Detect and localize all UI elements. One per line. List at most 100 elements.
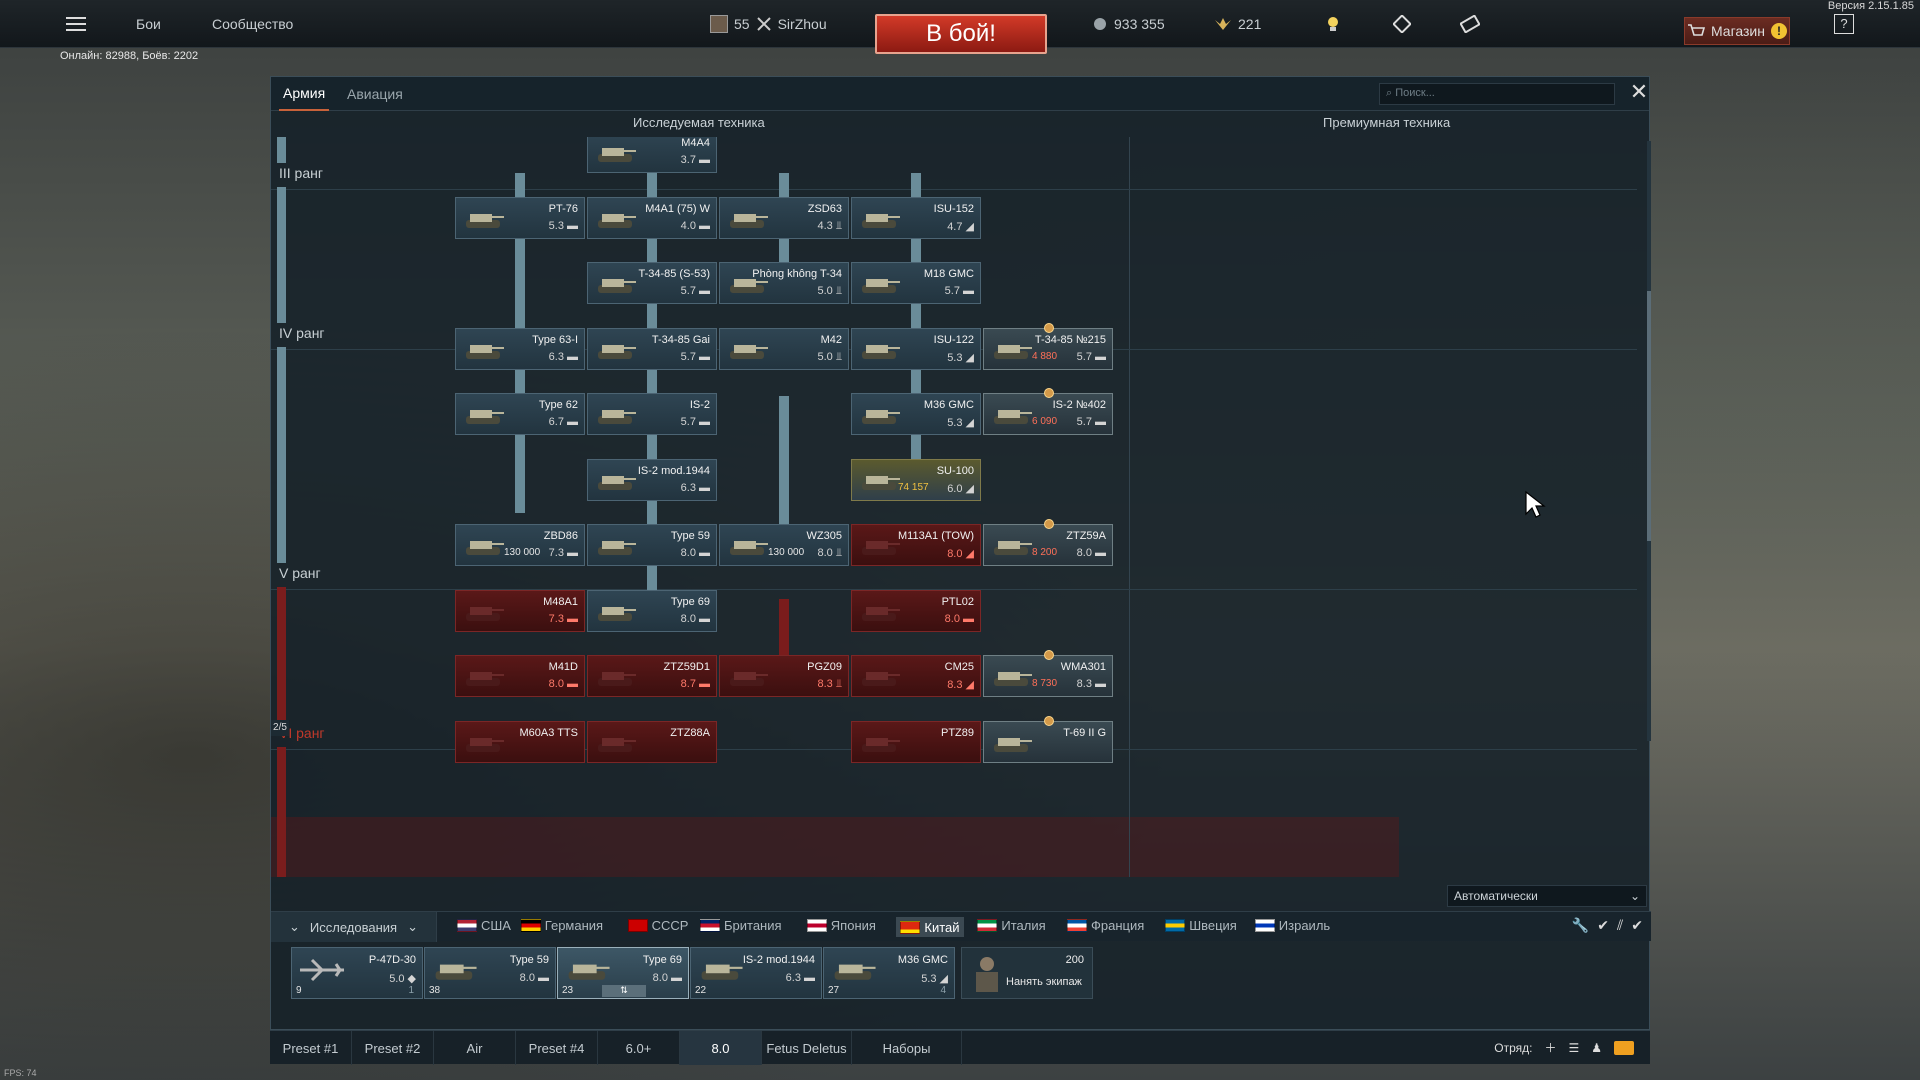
menu-button[interactable] bbox=[66, 0, 86, 48]
nation-tab[interactable]: СССР bbox=[627, 918, 688, 933]
nation-tab[interactable]: Франция bbox=[1067, 918, 1144, 933]
coupon-button[interactable] bbox=[1460, 0, 1480, 48]
nation-tab[interactable]: США bbox=[457, 918, 511, 933]
tab-aviation[interactable]: Авиация bbox=[343, 77, 407, 111]
research-toggle-button[interactable]: ⌄ Исследования ⌄ bbox=[271, 912, 437, 942]
vehicle-card[interactable]: Phòng không T-34 5.0 ⫫ bbox=[719, 262, 849, 304]
vehicle-name: ZTZ59A bbox=[1066, 530, 1106, 542]
preset-tab[interactable]: Наборы bbox=[852, 1031, 962, 1065]
multi-check-icon[interactable]: ⫽ bbox=[1617, 917, 1623, 934]
vehicle-card[interactable]: Type 69 8.0 ▬ bbox=[587, 589, 717, 632]
hire-label: Нанять экипаж bbox=[1006, 976, 1082, 988]
achievements-button[interactable] bbox=[1393, 0, 1411, 48]
nation-tab[interactable]: Британия bbox=[700, 918, 782, 933]
vehicle-card[interactable]: M41D 8.0 ▬ bbox=[455, 655, 585, 697]
vehicle-card[interactable]: M113A1 (TOW) 8.0 ◢ bbox=[851, 524, 981, 566]
scrollbar-thumb[interactable] bbox=[1647, 291, 1651, 541]
battle-rating: 5.7 ▬ bbox=[1076, 416, 1106, 428]
nation-tab[interactable]: Япония bbox=[806, 918, 876, 933]
vehicle-card[interactable]: T-34-85 (S-53) 5.7 ▬ bbox=[587, 262, 717, 304]
nation-tab[interactable]: Швеция bbox=[1165, 918, 1237, 933]
vehicle-card[interactable]: PTZ89 bbox=[851, 720, 981, 763]
vehicle-card[interactable]: M60A3 TTS bbox=[455, 720, 585, 763]
vehicle-card[interactable]: M36 GMC 5.3 ◢ bbox=[851, 393, 981, 435]
player-info[interactable]: 55 SirZhou bbox=[710, 0, 827, 48]
vehicle-card[interactable]: M42 5.0 ⫫ bbox=[719, 327, 849, 370]
scrollbar[interactable] bbox=[1647, 141, 1651, 741]
vehicle-card[interactable]: M4A4 3.7 ▬ bbox=[587, 137, 717, 173]
premium-vehicle-card[interactable]: IS-2 №402 6 090 5.7 ▬ bbox=[983, 388, 1113, 435]
check-icon[interactable]: ✔ bbox=[1631, 917, 1643, 934]
vehicle-card[interactable]: ZTZ59D1 8.7 ▬ bbox=[587, 655, 717, 697]
wrench-icon[interactable]: 🔧 bbox=[1572, 917, 1589, 934]
mail-icon[interactable] bbox=[1614, 1040, 1634, 1055]
preset-tab[interactable]: Air bbox=[434, 1031, 516, 1065]
vehicle-card[interactable]: IS-2 5.7 ▬ bbox=[587, 393, 717, 435]
auto-select-dropdown[interactable]: Автоматически ⌄ bbox=[1447, 885, 1647, 907]
vehicle-card[interactable]: WZ305 8.0 ⫫ 130 000 bbox=[719, 524, 849, 566]
tank-icon bbox=[862, 541, 900, 555]
vehicle-card[interactable]: ISU-122 5.3 ◢ bbox=[851, 327, 981, 370]
vehicle-card[interactable]: ZTZ88A bbox=[587, 720, 717, 763]
hire-crew-slot[interactable]: 200 Нанять экипаж bbox=[961, 947, 1093, 999]
preset-tab[interactable]: Preset #4 bbox=[516, 1031, 598, 1065]
lightbulb-button[interactable] bbox=[1326, 0, 1340, 48]
vehicle-card[interactable]: Type 62 6.7 ▬ bbox=[455, 393, 585, 435]
vehicle-name: Type 62 bbox=[538, 399, 578, 411]
check-icon[interactable]: ✔ bbox=[1597, 917, 1609, 934]
vehicle-card[interactable]: SU-100 6.0 ◢ 74 157 bbox=[851, 458, 981, 501]
preset-tab[interactable]: 8.0 bbox=[680, 1031, 762, 1065]
nation-tab[interactable]: Италия bbox=[977, 918, 1046, 933]
preset-tab[interactable]: 6.0+ bbox=[598, 1031, 680, 1065]
list-icon[interactable]: ☰ bbox=[1568, 1041, 1579, 1055]
close-button[interactable]: ✕ bbox=[1627, 81, 1651, 105]
vehicle-card[interactable]: ZBD86 7.3 ▬ 130 000 bbox=[455, 524, 585, 566]
crew-slot[interactable]: M36 GMC 5.3 ◢ 27 4 bbox=[823, 947, 955, 999]
vehicle-card[interactable]: Type 63-I 6.3 ▬ bbox=[455, 327, 585, 370]
crew-slot[interactable]: Type 59 8.0 ▬ 38 bbox=[424, 947, 556, 999]
nation-tab[interactable]: Китай bbox=[896, 917, 964, 937]
vehicle-name: Phòng không T-34 bbox=[752, 268, 842, 280]
crew-slot[interactable]: Type 69 8.0 ▬ 23 ⇅ bbox=[557, 947, 689, 999]
vehicle-card[interactable]: M4A1 (75) W 4.0 ▬ bbox=[587, 196, 717, 239]
chevron-down-icon: ⌄ bbox=[407, 919, 418, 934]
preset-tab[interactable]: Preset #1 bbox=[270, 1031, 352, 1065]
to-battle-button[interactable]: В бой! bbox=[875, 14, 1047, 54]
premium-vehicle-card[interactable]: WMA301 8 730 8.3 ▬ bbox=[983, 650, 1113, 697]
search-input[interactable]: ⌕ Поиск... bbox=[1379, 83, 1615, 105]
premium-vehicle-card[interactable]: T-34-85 №215 4 880 5.7 ▬ bbox=[983, 322, 1113, 370]
swap-icon[interactable]: ⇅ bbox=[602, 985, 646, 997]
crew-slot[interactable]: P-47D-30 5.0 ◆ 9 1 bbox=[291, 947, 423, 999]
battles-menu[interactable]: Бои bbox=[136, 0, 161, 48]
vehicle-card[interactable]: Type 59 8.0 ▬ bbox=[587, 524, 717, 566]
vehicle-card[interactable]: PTL02 8.0 ▬ bbox=[851, 589, 981, 632]
vehicle-card[interactable]: PT-76 5.3 ▬ bbox=[455, 196, 585, 239]
vehicle-card[interactable]: ISU-152 4.7 ◢ bbox=[851, 196, 981, 239]
vehicle-card[interactable]: ZSD63 4.3 ⫫ bbox=[719, 196, 849, 239]
friends-icon[interactable]: ♟ bbox=[1591, 1041, 1602, 1055]
preset-tab[interactable]: Preset #2 bbox=[352, 1031, 434, 1065]
vehicle-card[interactable]: M18 GMC 5.7 ▬ bbox=[851, 262, 981, 304]
premium-vehicle-card[interactable]: ZTZ59A 8 200 8.0 ▬ bbox=[983, 519, 1113, 566]
slot-count: 4 bbox=[940, 985, 946, 996]
vehicle-card[interactable]: CM25 8.3 ◢ bbox=[851, 655, 981, 697]
plus-icon[interactable]: ＋ bbox=[1544, 1039, 1556, 1056]
nation-tab[interactable]: Германия bbox=[520, 918, 603, 933]
vehicle-card[interactable]: PGZ09 8.3 ⫫ bbox=[719, 655, 849, 697]
nation-tab[interactable]: Израиль bbox=[1254, 918, 1330, 933]
vehicle-card[interactable]: IS-2 mod.1944 6.3 ▬ bbox=[587, 458, 717, 501]
preset-tab[interactable]: Fetus Deletus bbox=[762, 1031, 852, 1065]
ticket-icon bbox=[1460, 15, 1480, 33]
vehicle-card[interactable]: T-34-85 Gai 5.7 ▬ bbox=[587, 327, 717, 370]
community-menu[interactable]: Сообщество bbox=[212, 0, 293, 48]
battle-rating: 5.3 ◢ bbox=[947, 417, 974, 429]
silver-balance[interactable]: 933 355 bbox=[1092, 0, 1165, 48]
battle-rating: 5.7 ▬ bbox=[944, 285, 974, 297]
vehicle-card[interactable]: M48A1 7.3 ▬ bbox=[455, 589, 585, 632]
rank-divider bbox=[271, 189, 1637, 190]
tab-army[interactable]: Армия bbox=[279, 77, 330, 111]
crew-slot[interactable]: IS-2 mod.1944 6.3 ▬ 22 bbox=[690, 947, 822, 999]
shop-button[interactable]: Магазин ! bbox=[1684, 17, 1790, 45]
premium-vehicle-card[interactable]: T-69 II G bbox=[983, 715, 1113, 763]
gold-balance[interactable]: 221 bbox=[1214, 0, 1261, 48]
